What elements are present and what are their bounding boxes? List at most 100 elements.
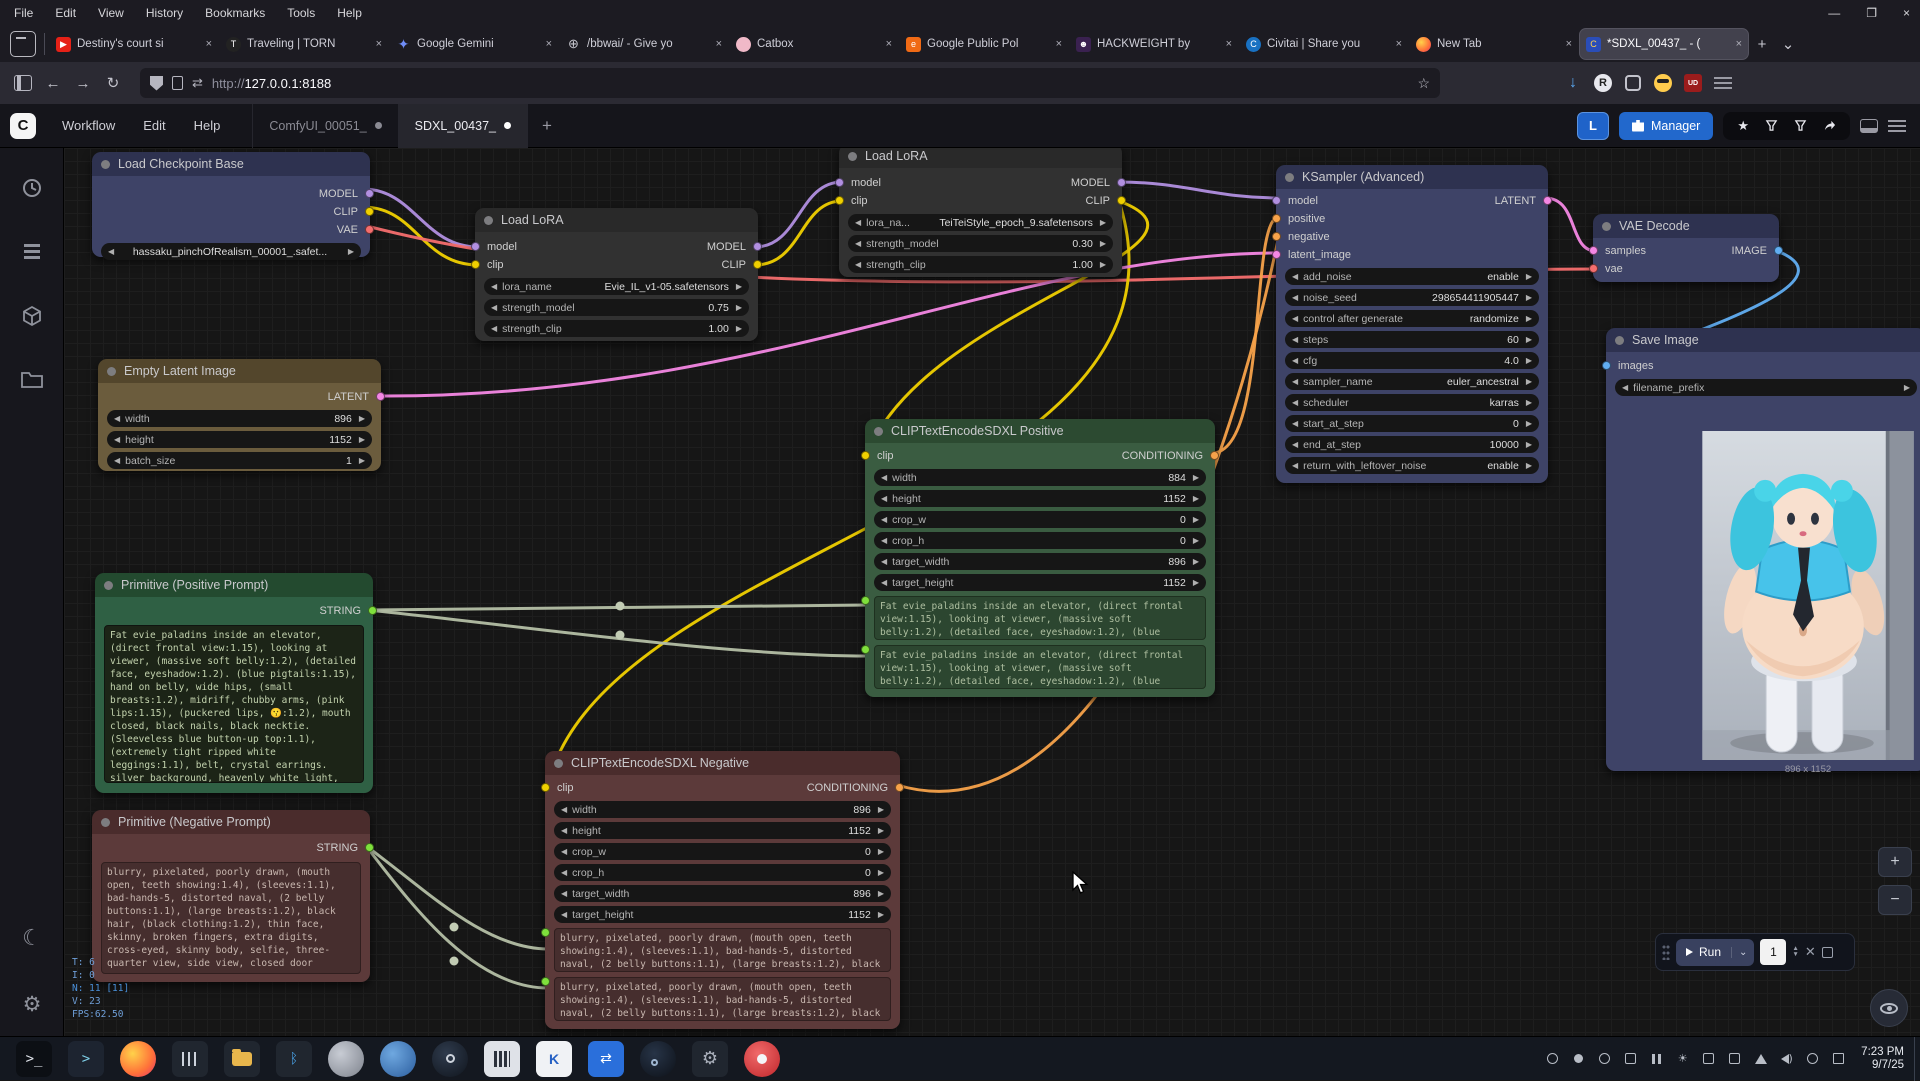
widget-ckpt-name[interactable]: hassaku_pinchOfRealism_00001_.safet... [101, 243, 361, 260]
output-port-latent[interactable] [1543, 196, 1552, 205]
zoom-out-button[interactable]: − [1878, 885, 1912, 915]
input-port-model[interactable] [835, 178, 844, 187]
collapse-dot-icon[interactable] [554, 759, 563, 768]
output-port-model[interactable] [753, 242, 762, 251]
widget-target-width[interactable]: target_width896 [874, 553, 1206, 570]
collapse-dot-icon[interactable] [874, 427, 883, 436]
generated-image-preview[interactable] [1702, 431, 1914, 760]
widget-end-at-step[interactable]: end_at_step10000 [1285, 436, 1539, 453]
minimize-button[interactable]: — [1828, 6, 1840, 20]
output-port-string[interactable] [365, 843, 374, 852]
workflow-tab-sdxl-00437[interactable]: SDXL_00437_ [398, 104, 528, 148]
widget-crop-w[interactable]: crop_w0 [874, 511, 1206, 528]
collapse-dot-icon[interactable] [1285, 173, 1294, 182]
mixer-icon[interactable] [172, 1041, 208, 1077]
drag-handle-icon[interactable] [1662, 944, 1670, 960]
clear-queue-icon[interactable]: ✕ [1805, 944, 1816, 960]
extension-r-icon[interactable]: R [1590, 70, 1616, 96]
reload-button[interactable]: ↻ [98, 69, 128, 97]
close-button[interactable]: × [1903, 6, 1910, 20]
firefox-taskbar-icon[interactable] [120, 1041, 156, 1077]
console-icon[interactable]: > [68, 1041, 104, 1077]
comfy-menu-icon[interactable] [1888, 120, 1906, 132]
settings-app-icon[interactable]: ⚙ [692, 1041, 728, 1077]
menu-history[interactable]: History [146, 6, 183, 20]
close-tab-icon[interactable]: × [716, 38, 722, 50]
tab-comfyui-active[interactable]: C *SDXL_00437_ - ( × [1580, 29, 1748, 59]
collapse-dot-icon[interactable] [848, 152, 857, 161]
steam-icon[interactable] [432, 1041, 468, 1077]
widget-control-after-generate[interactable]: control after generaterandomize [1285, 310, 1539, 327]
menu-help[interactable]: Help [337, 6, 362, 20]
comfyui-logo[interactable]: C [10, 113, 36, 139]
close-tab-icon[interactable]: × [376, 38, 382, 50]
tab-catbox[interactable]: Catbox × [730, 29, 898, 59]
output-port-clip[interactable] [753, 260, 762, 269]
terminal-launcher-icon[interactable]: >_ [16, 1041, 52, 1077]
node-save-image[interactable]: Save Image images filename_prefix [1606, 328, 1920, 771]
widget-steps[interactable]: steps60 [1285, 331, 1539, 348]
page-info-icon[interactable] [172, 76, 183, 90]
node-primitive-negative[interactable]: Primitive (Negative Prompt) STRING blurr… [92, 810, 370, 982]
widget-noise-seed[interactable]: noise_seed298654411905447 [1285, 289, 1539, 306]
node-ksampler-advanced[interactable]: KSampler (Advanced) modelLATENT positive… [1276, 165, 1548, 483]
media-app-icon[interactable] [744, 1041, 780, 1077]
download-icon[interactable]: ↓ [1560, 70, 1586, 96]
output-port-string[interactable] [368, 606, 377, 615]
widget-strength-clip[interactable]: strength_clip1.00 [484, 320, 749, 337]
toggle-link-visibility-button[interactable] [1870, 989, 1908, 1027]
tray-monitor-icon[interactable] [1832, 1052, 1845, 1065]
collapse-dot-icon[interactable] [484, 216, 493, 225]
text-l-preview[interactable]: blurry, pixelated, poorly drawn, (mouth … [554, 977, 891, 1021]
file-manager-icon[interactable] [224, 1041, 260, 1077]
widget-start-at-step[interactable]: start_at_step0 [1285, 415, 1539, 432]
input-port-text-g[interactable] [861, 596, 870, 605]
widget-lora-name[interactable]: lora_na...TeiTeiStyle_epoch_9.safetensor… [848, 214, 1113, 231]
bookmark-star-icon[interactable]: ☆ [1417, 75, 1430, 92]
node-load-lora-2[interactable]: Load LoRA modelMODEL clipCLIP lora_na...… [839, 148, 1122, 277]
back-button[interactable]: ← [38, 69, 68, 97]
node-load-checkpoint-base[interactable]: Load Checkpoint Base MODEL CLIP VAE hass… [92, 152, 370, 257]
widget-strength-model[interactable]: strength_model0.75 [484, 299, 749, 316]
history-icon[interactable] [14, 170, 50, 206]
input-port-images[interactable] [1602, 361, 1611, 370]
node-cliptextencode-negative[interactable]: CLIPTextEncodeSDXL Negative clipCONDITIO… [545, 751, 900, 1029]
tab-bbwai[interactable]: ⊕ /bbwai/ - Give yo × [560, 29, 728, 59]
comfy-menu-edit[interactable]: Edit [129, 118, 179, 133]
input-port-samples[interactable] [1589, 246, 1598, 255]
tray-volume-icon[interactable]: ) [1780, 1052, 1793, 1065]
widget-crop-w[interactable]: crop_w0 [554, 843, 891, 860]
input-port-latent-image[interactable] [1272, 250, 1281, 259]
sphere-app-icon[interactable] [328, 1041, 364, 1077]
node-cliptextencode-positive[interactable]: CLIPTextEncodeSDXL Positive clipCONDITIO… [865, 419, 1215, 697]
input-port-clip[interactable] [835, 196, 844, 205]
extension-ud-icon[interactable]: UD [1680, 70, 1706, 96]
theme-toggle-icon[interactable]: ☾ [14, 920, 50, 956]
batch-count-input[interactable]: 1 [1760, 939, 1786, 965]
text-g-preview[interactable]: Fat evie_paladins inside an elevator, (d… [874, 596, 1206, 640]
menu-file[interactable]: File [14, 6, 33, 20]
text-l-preview[interactable]: Fat evie_paladins inside an elevator, (d… [874, 645, 1206, 689]
url-text[interactable]: http://127.0.0.1:8188 [212, 76, 331, 91]
tracking-shield-icon[interactable] [150, 76, 163, 91]
close-tab-icon[interactable]: × [1736, 38, 1742, 50]
run-options-chevron-icon[interactable]: ⌄ [1731, 947, 1754, 958]
widget-scheduler[interactable]: schedulerkarras [1285, 394, 1539, 411]
queue-icon[interactable] [14, 233, 50, 269]
tray-network-icon[interactable] [1754, 1052, 1767, 1065]
menu-view[interactable]: View [98, 6, 124, 20]
output-port-vae[interactable] [365, 225, 374, 234]
tab-civitai[interactable]: C Civitai | Share you × [1240, 29, 1408, 59]
node-vae-decode[interactable]: VAE Decode samplesIMAGE vae [1593, 214, 1779, 282]
output-port-model[interactable] [365, 189, 374, 198]
text-g-preview[interactable]: blurry, pixelated, poorly drawn, (mouth … [554, 928, 891, 972]
share-icon[interactable] [1823, 119, 1836, 132]
positive-prompt-text[interactable]: Fat evie_paladins inside an elevator, (d… [104, 625, 364, 783]
node-primitive-positive[interactable]: Primitive (Positive Prompt) STRING Fat e… [95, 573, 373, 793]
input-port-text-l[interactable] [861, 645, 870, 654]
sync-app-icon[interactable]: ⇄ [588, 1041, 624, 1077]
tray-usb-icon[interactable] [1702, 1052, 1715, 1065]
star-icon[interactable]: ★ [1737, 118, 1749, 134]
input-port-clip[interactable] [541, 783, 550, 792]
widget-strength-model[interactable]: strength_model0.30 [848, 235, 1113, 252]
